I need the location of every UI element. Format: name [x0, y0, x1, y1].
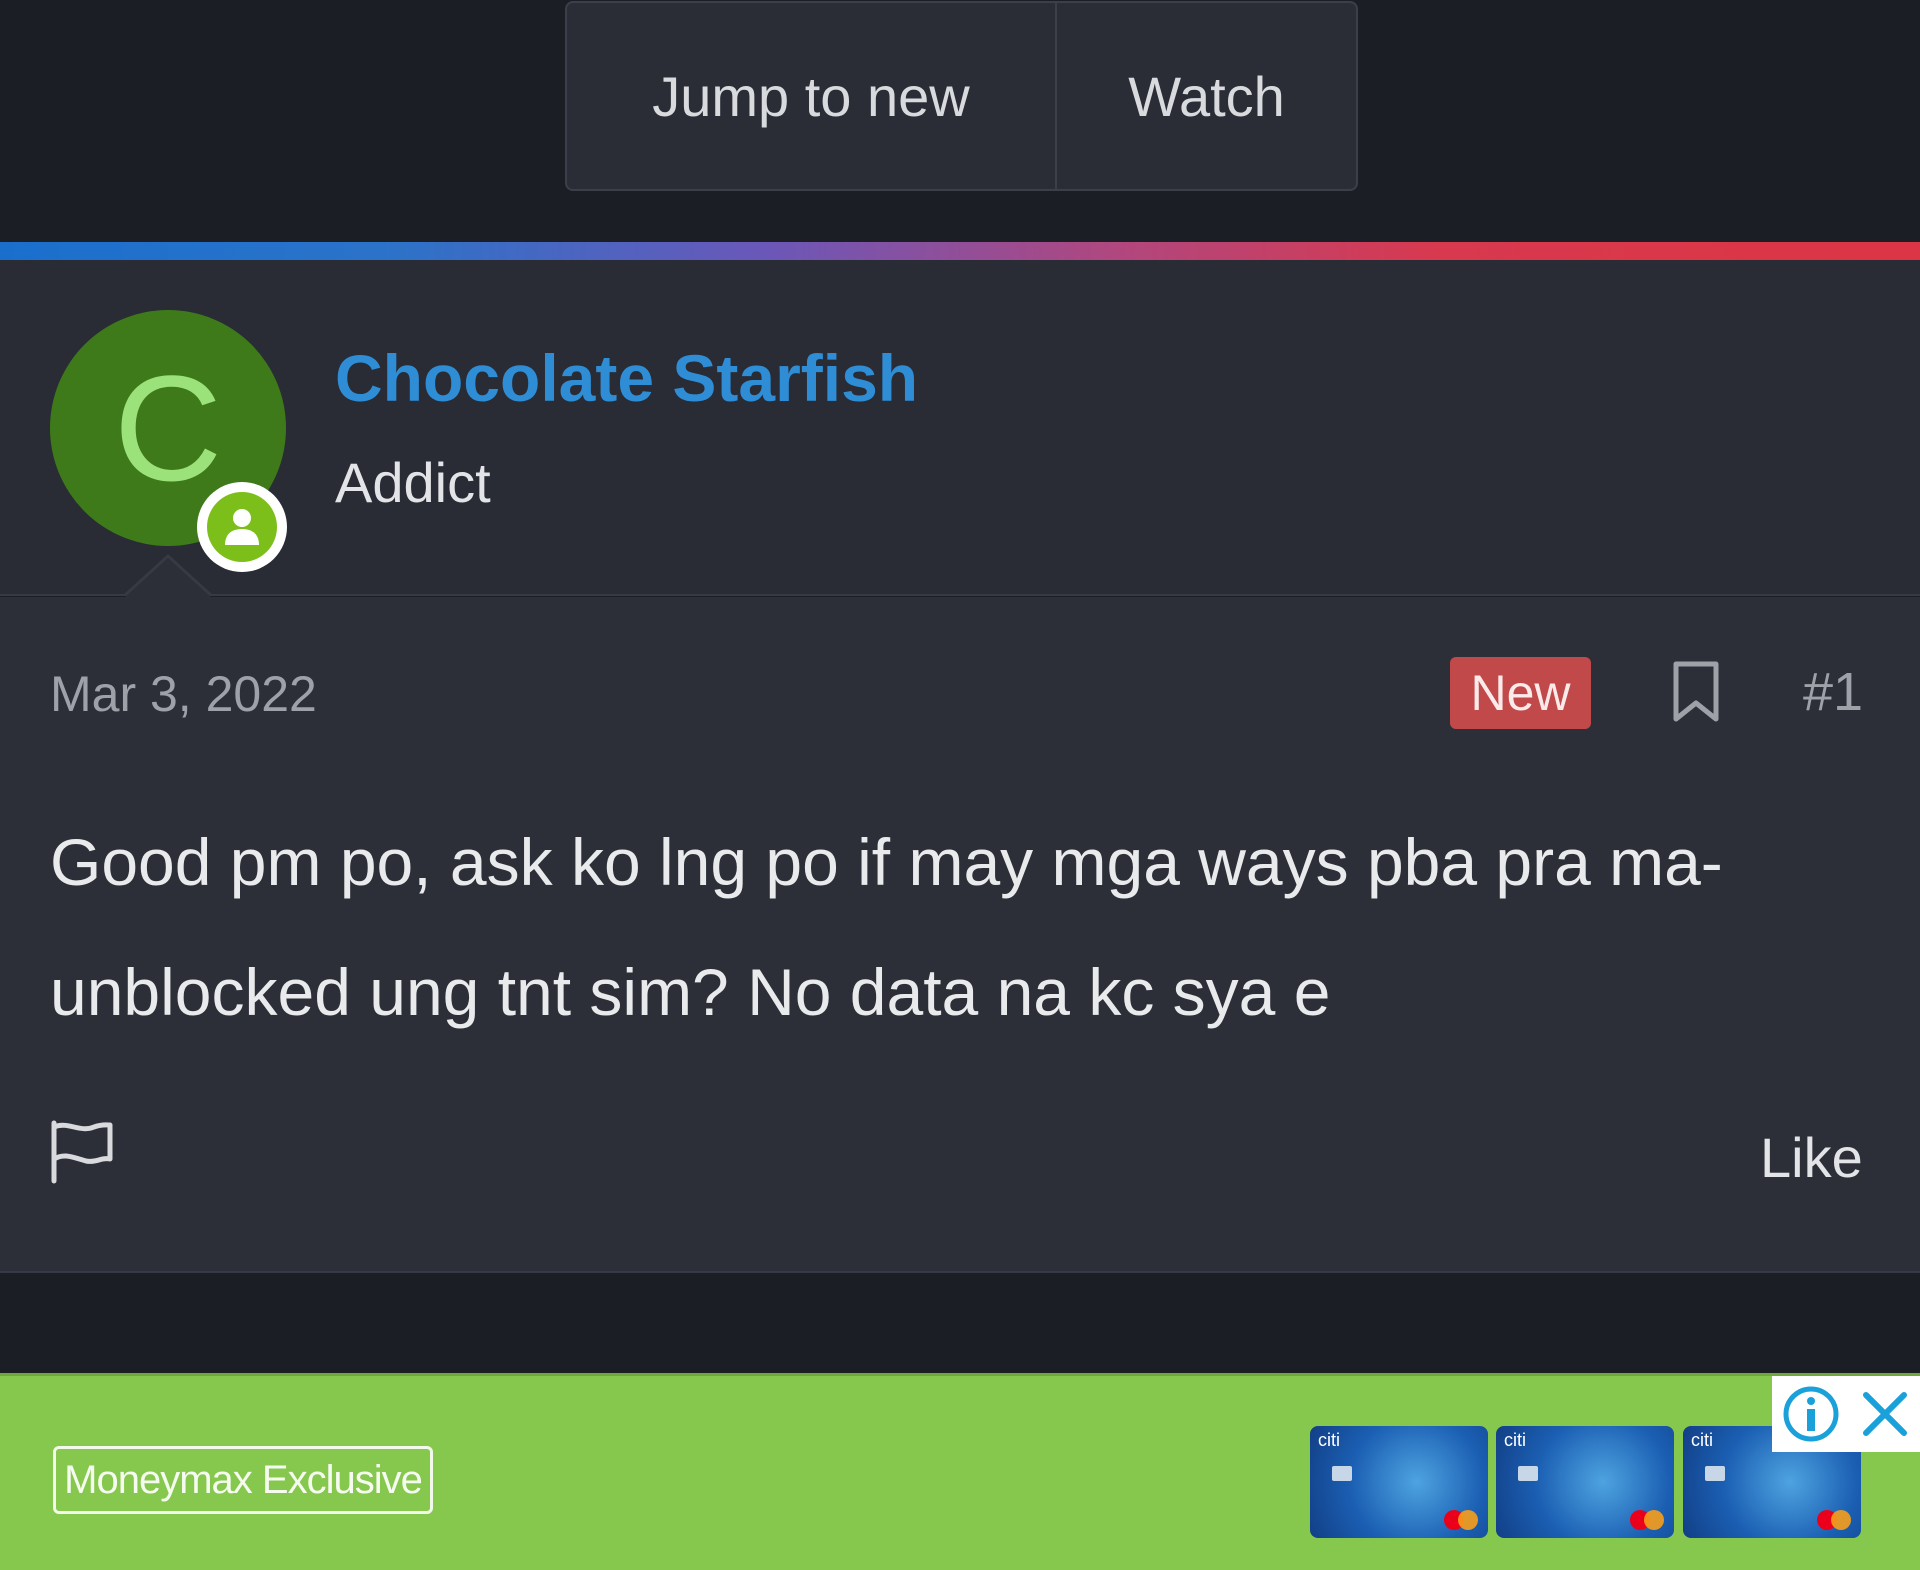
thread-action-buttons: Jump to new Watch	[565, 1, 1358, 191]
like-button[interactable]: Like	[1760, 1125, 1863, 1190]
avatar-letter: C	[113, 344, 223, 512]
watch-button[interactable]: Watch	[1057, 3, 1356, 189]
card-brand: citi	[1504, 1430, 1526, 1450]
ad-card-image[interactable]: citi	[1310, 1426, 1488, 1538]
advertisement-banner[interactable]: Moneymax Exclusive citi citi citi	[0, 1373, 1920, 1570]
card-brand: citi	[1318, 1430, 1340, 1450]
info-icon[interactable]	[1782, 1385, 1840, 1443]
close-icon[interactable]	[1860, 1389, 1910, 1439]
post-message: Good pm po, ask ko lng po if may mga way…	[50, 825, 1723, 1029]
jump-to-new-button[interactable]: Jump to new	[567, 3, 1057, 189]
post-number-link[interactable]: #1	[1803, 661, 1863, 723]
post-date[interactable]: Mar 3, 2022	[50, 665, 317, 723]
ad-logo[interactable]: Moneymax Exclusive	[53, 1446, 433, 1514]
message-pointer-fill	[124, 558, 212, 598]
ad-controls	[1772, 1376, 1920, 1452]
thread-header: Jump to new Watch	[0, 0, 1920, 242]
post-user-panel: C Chocolate Starfish Addict	[0, 260, 1920, 598]
card-brand: citi	[1691, 1430, 1713, 1450]
post-body: Mar 3, 2022 New #1 Good pm po, ask ko ln…	[0, 597, 1920, 1273]
new-badge: New	[1450, 657, 1591, 729]
user-title: Addict	[335, 451, 491, 514]
username-link[interactable]: Chocolate Starfish	[335, 340, 918, 416]
gradient-divider	[0, 242, 1920, 260]
bookmark-icon[interactable]	[1670, 659, 1722, 725]
ad-card-image[interactable]: citi	[1496, 1426, 1674, 1538]
flag-icon[interactable]	[48, 1119, 116, 1185]
